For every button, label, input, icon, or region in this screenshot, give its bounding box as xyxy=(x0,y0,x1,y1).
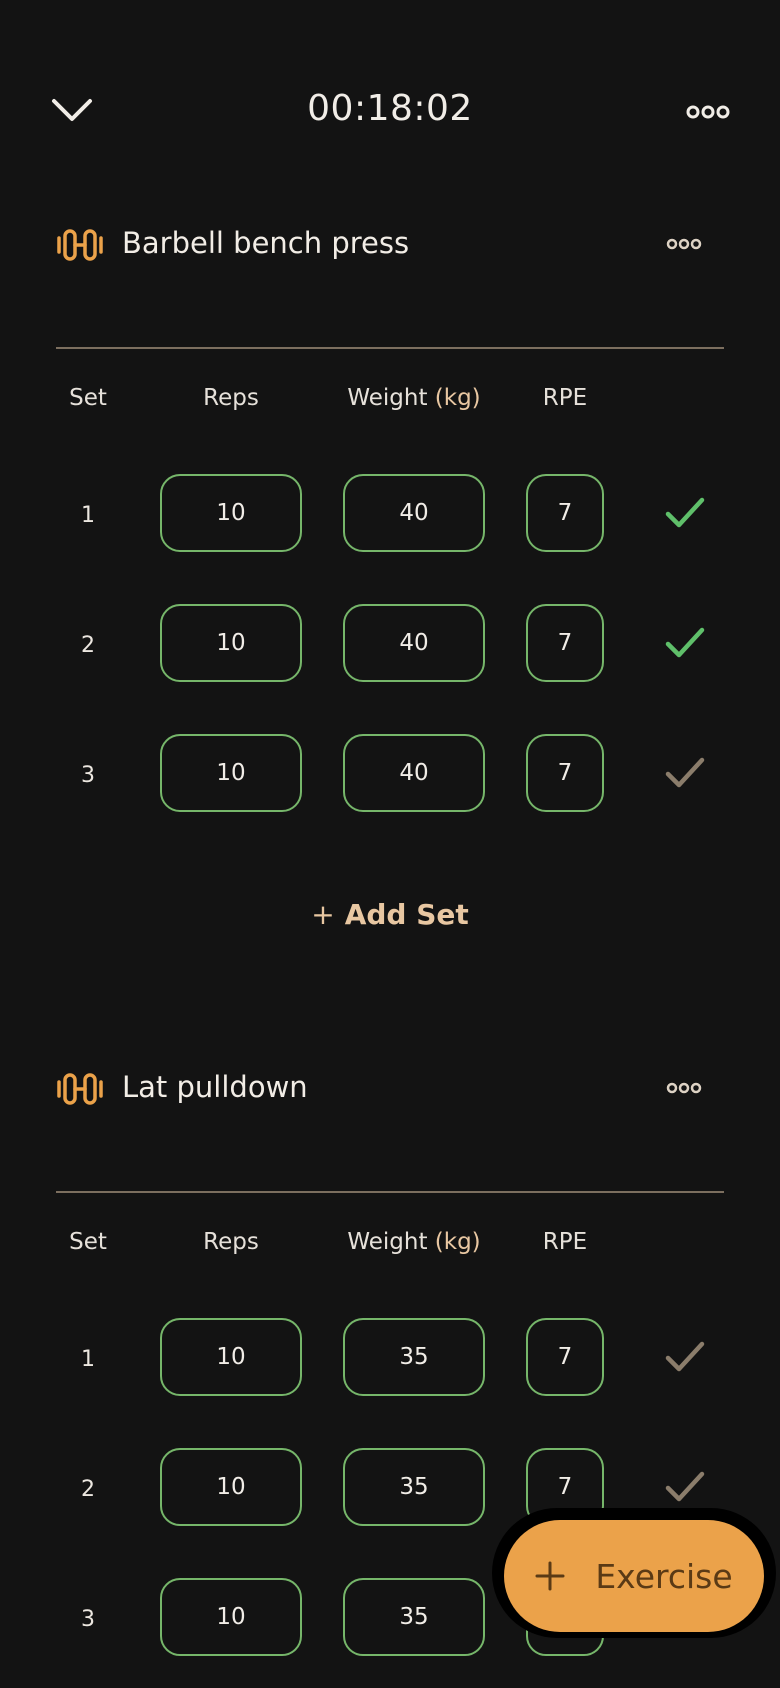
weight-input[interactable]: 35 xyxy=(343,1578,485,1656)
weight-input[interactable]: 40 xyxy=(343,734,485,812)
workout-timer: 00:18:02 xyxy=(307,88,473,129)
reps-input[interactable]: 10 xyxy=(160,1578,302,1656)
add-exercise-label: Exercise xyxy=(595,1556,733,1596)
check-icon[interactable] xyxy=(664,756,706,790)
column-header-rpe: RPE xyxy=(542,385,588,411)
column-header-set: Set xyxy=(69,385,107,411)
set-number: 3 xyxy=(81,763,95,788)
exercise-name[interactable]: Barbell bench press xyxy=(122,226,409,260)
set-number: 1 xyxy=(81,503,95,528)
reps-input[interactable]: 10 xyxy=(160,604,302,682)
weight-label: Weight xyxy=(347,385,428,411)
add-set-label: Add Set xyxy=(344,898,469,931)
column-header-reps: Reps xyxy=(203,385,259,411)
column-header-rpe: RPE xyxy=(542,1229,588,1255)
check-icon[interactable] xyxy=(664,626,706,660)
divider xyxy=(56,347,724,349)
weight-input[interactable]: 35 xyxy=(343,1318,485,1396)
weight-input[interactable]: 35 xyxy=(343,1448,485,1526)
weight-unit: (kg) xyxy=(434,1229,481,1255)
column-header-set: Set xyxy=(69,1229,107,1255)
rpe-input[interactable]: 7 xyxy=(526,1318,604,1396)
plus-icon xyxy=(535,1561,565,1591)
set-number: 2 xyxy=(81,1477,95,1502)
divider xyxy=(56,1191,724,1193)
exercise-menu-icon[interactable] xyxy=(666,234,702,254)
plus-icon: + xyxy=(311,898,335,931)
add-set-button[interactable]: + Add Set xyxy=(0,898,780,931)
exercise-menu-icon[interactable] xyxy=(666,1078,702,1098)
reps-input[interactable]: 10 xyxy=(160,474,302,552)
weight-input[interactable]: 40 xyxy=(343,604,485,682)
column-header-weight: Weight (kg) xyxy=(333,385,495,411)
dumbbell-icon xyxy=(57,229,103,261)
set-number: 1 xyxy=(81,1347,95,1372)
set-number: 2 xyxy=(81,633,95,658)
rpe-input[interactable]: 7 xyxy=(526,474,604,552)
rpe-input[interactable]: 7 xyxy=(526,604,604,682)
weight-label: Weight xyxy=(347,1229,428,1255)
exercise-name[interactable]: Lat pulldown xyxy=(122,1070,308,1104)
reps-input[interactable]: 10 xyxy=(160,1318,302,1396)
reps-input[interactable]: 10 xyxy=(160,1448,302,1526)
more-horizontal-icon[interactable] xyxy=(686,100,730,124)
dumbbell-icon xyxy=(57,1073,103,1105)
check-icon[interactable] xyxy=(664,1470,706,1504)
weight-unit: (kg) xyxy=(434,385,481,411)
column-header-reps: Reps xyxy=(203,1229,259,1255)
check-icon[interactable] xyxy=(664,496,706,530)
rpe-input[interactable]: 7 xyxy=(526,734,604,812)
add-exercise-button[interactable]: Exercise xyxy=(504,1520,764,1632)
column-header-weight: Weight (kg) xyxy=(333,1229,495,1255)
check-icon[interactable] xyxy=(664,1340,706,1374)
weight-input[interactable]: 40 xyxy=(343,474,485,552)
set-number: 3 xyxy=(81,1607,95,1632)
reps-input[interactable]: 10 xyxy=(160,734,302,812)
